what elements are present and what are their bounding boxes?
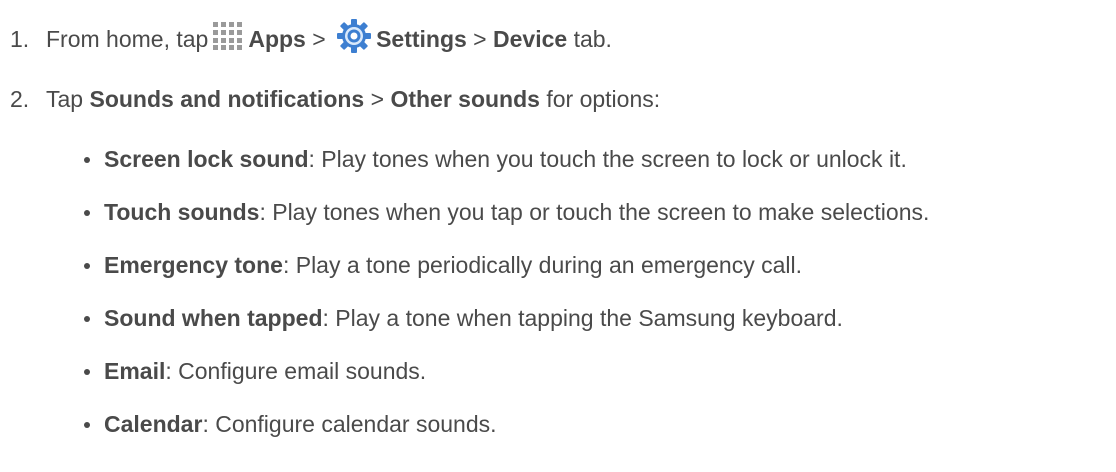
step-1: 1. From home, tap Apps > Settings > Devi… xyxy=(10,18,612,60)
step-2: 2. Tap Sounds and notifications > Other … xyxy=(10,86,660,113)
bullet-icon xyxy=(84,156,90,163)
step-text: for options: xyxy=(539,86,661,112)
apps-grid-icon xyxy=(212,21,244,57)
option-term: Screen lock sound xyxy=(104,146,309,172)
step-number: 1. xyxy=(10,25,30,52)
step-text: > xyxy=(305,25,333,52)
settings-gear-icon xyxy=(336,18,372,60)
bullet-icon xyxy=(84,368,90,375)
other-sounds-label: Other sounds xyxy=(390,86,540,112)
list-item: Emergency tone : Play a tone periodicall… xyxy=(84,252,802,279)
option-term: Calendar xyxy=(104,411,203,437)
option-term: Email xyxy=(104,358,166,384)
list-item: Sound when tapped : Play a tone when tap… xyxy=(84,305,843,332)
sounds-notifications-label: Sounds and notifications xyxy=(89,86,365,112)
list-item: Calendar : Configure calendar sounds. xyxy=(84,411,497,438)
option-term: Touch sounds xyxy=(104,199,260,225)
step-text: tab. xyxy=(567,25,612,52)
option-desc: : Configure email sounds. xyxy=(165,358,427,384)
bullet-icon xyxy=(84,262,90,269)
apps-label: Apps xyxy=(248,25,306,52)
list-item: Email : Configure email sounds. xyxy=(84,358,426,385)
step-text: > xyxy=(364,86,391,112)
bullet-icon xyxy=(84,315,90,322)
bullet-icon xyxy=(84,421,90,428)
option-desc: : Configure calendar sounds. xyxy=(202,411,497,437)
option-term: Emergency tone xyxy=(104,252,283,278)
device-label: Device xyxy=(493,25,568,52)
step-number: 2. xyxy=(10,86,30,112)
step-text: Tap xyxy=(46,86,90,112)
option-desc: : Play a tone periodically during an eme… xyxy=(282,252,803,278)
option-desc: : Play a tone when tapping the Samsung k… xyxy=(322,305,843,331)
list-item: Touch sounds : Play tones when you tap o… xyxy=(84,199,929,226)
bullet-icon xyxy=(84,209,90,216)
step-text: > xyxy=(466,25,494,52)
option-desc: : Play tones when you tap or touch the s… xyxy=(259,199,930,225)
option-term: Sound when tapped xyxy=(104,305,323,331)
settings-label: Settings xyxy=(376,25,467,52)
step-text: From home, tap xyxy=(46,25,209,52)
list-item: Screen lock sound : Play tones when you … xyxy=(84,146,907,173)
option-desc: : Play tones when you touch the screen t… xyxy=(308,146,907,172)
